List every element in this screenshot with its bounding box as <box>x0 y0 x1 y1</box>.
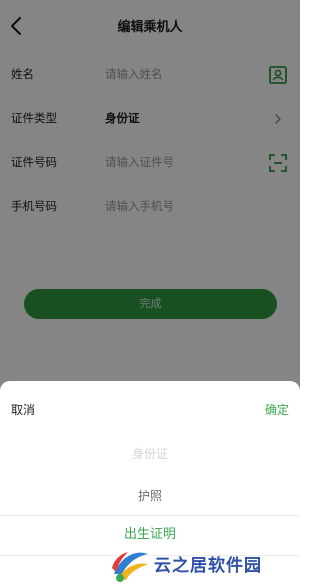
watermark-logo-icon <box>112 552 148 582</box>
picker-cancel-button[interactable]: 取消 <box>11 401 35 418</box>
watermark: 云之居软件园 <box>108 540 300 588</box>
picker-option[interactable]: 身份证 <box>0 445 300 462</box>
picker-confirm-button[interactable]: 确定 <box>265 401 289 418</box>
watermark-text: 云之居软件园 <box>154 556 262 576</box>
selection-divider <box>0 515 300 516</box>
picker-option[interactable]: 护照 <box>0 487 300 504</box>
